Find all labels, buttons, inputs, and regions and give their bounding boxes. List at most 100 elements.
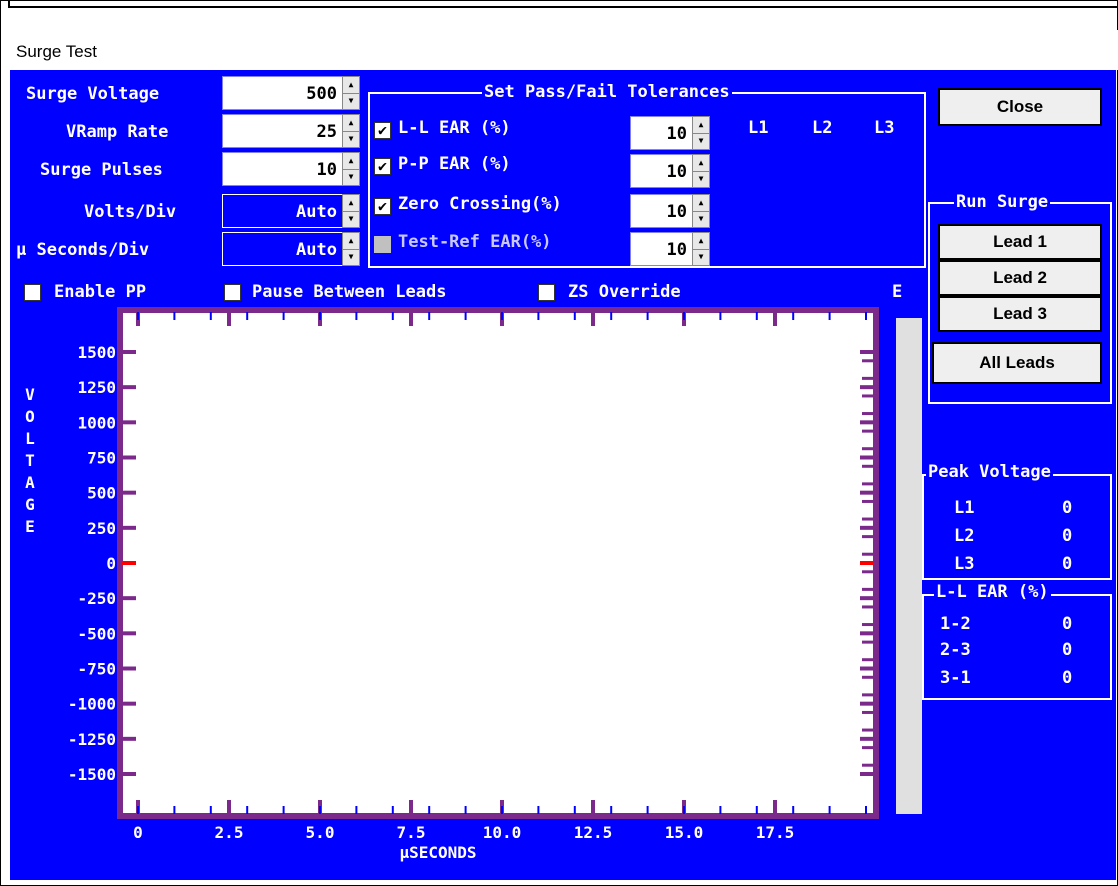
spin-down-icon[interactable]: ▼ <box>693 249 709 265</box>
zero-crossing-input[interactable]: 10 <box>630 194 694 228</box>
volts-div-input[interactable]: Auto <box>222 194 344 228</box>
surge-voltage-label: Surge Voltage <box>26 84 160 104</box>
spin-down-icon[interactable]: ▼ <box>343 211 359 227</box>
surge-pulses-input[interactable]: 10 <box>222 152 344 186</box>
x-tick-label: 17.5 <box>756 823 795 842</box>
close-button[interactable]: Close <box>938 88 1102 126</box>
surge-test-panel: Surge Voltage 500 ▲ ▼ VRamp Rate 25 ▲ ▼ Su… <box>10 70 1116 880</box>
e-level-bar <box>896 318 922 814</box>
y-axis-label-letter: E <box>25 517 35 536</box>
spin-down-icon[interactable]: ▼ <box>343 169 359 185</box>
zero-crossing-checkbox[interactable]: ✔ <box>374 198 391 215</box>
enable-pp-checkbox[interactable] <box>24 284 41 301</box>
ear-23-label: 2-3 <box>940 640 971 660</box>
pp-ear-spinner[interactable]: ▲ ▼ <box>692 154 710 188</box>
ll-ear-results-title: L-L EAR (%) <box>934 582 1051 602</box>
zero-crossing-label: Zero Crossing(%) <box>398 194 562 214</box>
pause-between-leads-checkbox[interactable] <box>224 284 241 301</box>
y-tick-label: -1500 <box>68 765 116 784</box>
spin-down-icon[interactable]: ▼ <box>693 171 709 187</box>
y-axis-label-letter: A <box>25 473 35 492</box>
ear-23-value: 0 <box>1062 640 1073 660</box>
test-ref-spinner[interactable]: ▲ ▼ <box>692 232 710 266</box>
spin-up-icon[interactable]: ▲ <box>343 77 359 94</box>
spin-down-icon[interactable]: ▼ <box>343 131 359 147</box>
e-label: E <box>892 282 903 302</box>
ll-ear-checkbox[interactable]: ✔ <box>374 122 391 139</box>
useconds-div-input[interactable]: Auto <box>222 232 344 266</box>
spin-up-icon[interactable]: ▲ <box>343 233 359 250</box>
pp-ear-checkbox[interactable]: ✔ <box>374 158 391 175</box>
spin-up-icon[interactable]: ▲ <box>343 153 359 170</box>
surge-pulses-label: Surge Pulses <box>40 160 163 180</box>
y-axis-label-letter: T <box>25 451 35 470</box>
x-tick-label: 7.5 <box>397 823 426 842</box>
spin-down-icon[interactable]: ▼ <box>693 133 709 149</box>
lead2-button[interactable]: Lead 2 <box>938 260 1102 296</box>
title-bar: Surge Test <box>10 30 1118 70</box>
pp-ear-input[interactable]: 10 <box>630 154 694 188</box>
x-tick-label: 5.0 <box>306 823 335 842</box>
zs-override-checkbox[interactable] <box>538 284 555 301</box>
zs-override-label: ZS Override <box>568 282 681 302</box>
peak-l1-value: 0 <box>1062 498 1073 518</box>
enable-pp-label: Enable PP <box>54 282 147 302</box>
test-ref-checkbox[interactable] <box>374 236 391 253</box>
all-leads-button[interactable]: All Leads <box>932 342 1102 384</box>
x-tick-label: 12.5 <box>574 823 613 842</box>
useconds-div-spinner[interactable]: ▲ ▼ <box>342 232 360 266</box>
col-l1-label: L1 <box>748 118 769 138</box>
surge-voltage-input[interactable]: 500 <box>222 76 344 110</box>
surge-voltage-spinner[interactable]: ▲ ▼ <box>342 76 360 110</box>
spin-down-icon[interactable]: ▼ <box>343 249 359 265</box>
test-ref-input[interactable]: 10 <box>630 232 694 266</box>
y-tick-label: 1250 <box>77 378 116 397</box>
y-tick-label: -500 <box>77 624 116 643</box>
vramp-input[interactable]: 25 <box>222 114 344 148</box>
y-tick-label: 250 <box>87 519 116 538</box>
pp-ear-label: P-P EAR (%) <box>398 154 511 174</box>
ll-ear-input[interactable]: 10 <box>630 116 694 150</box>
tolerances-title: Set Pass/Fail Tolerances <box>482 82 732 102</box>
ear-31-label: 3-1 <box>940 668 971 688</box>
x-tick-label: 15.0 <box>665 823 704 842</box>
x-tick-label: 10.0 <box>483 823 522 842</box>
ll-ear-spinner[interactable]: ▲ ▼ <box>692 116 710 150</box>
y-axis-label-letter: V <box>25 385 35 404</box>
y-tick-label: 1500 <box>77 343 116 362</box>
volts-div-spinner[interactable]: ▲ ▼ <box>342 194 360 228</box>
y-tick-label: 500 <box>87 484 116 503</box>
spin-up-icon[interactable]: ▲ <box>693 233 709 250</box>
plot-frame <box>117 307 879 819</box>
spin-up-icon[interactable]: ▲ <box>343 195 359 212</box>
vramp-label: VRamp Rate <box>66 122 169 142</box>
volts-div-label: Volts/Div <box>84 202 177 222</box>
ear-31-value: 0 <box>1062 668 1073 688</box>
useconds-div-label: µ Seconds/Div <box>16 240 150 260</box>
spin-up-icon[interactable]: ▲ <box>693 195 709 212</box>
lead3-button[interactable]: Lead 3 <box>938 296 1102 332</box>
y-tick-label: 750 <box>87 449 116 468</box>
vramp-spinner[interactable]: ▲ ▼ <box>342 114 360 148</box>
y-tick-label: 1000 <box>77 413 116 432</box>
col-l3-label: L3 <box>874 118 895 138</box>
peak-l3-label: L3 <box>954 554 975 574</box>
peak-l2-label: L2 <box>954 526 975 546</box>
col-l2-label: L2 <box>812 118 833 138</box>
y-tick-label: 0 <box>106 554 116 573</box>
spin-down-icon[interactable]: ▼ <box>693 211 709 227</box>
spin-up-icon[interactable]: ▲ <box>343 115 359 132</box>
peak-voltage-title: Peak Voltage <box>926 462 1053 482</box>
y-tick-label: -1250 <box>68 730 116 749</box>
spin-down-icon[interactable]: ▼ <box>343 93 359 109</box>
peak-l1-label: L1 <box>954 498 975 518</box>
pause-between-leads-label: Pause Between Leads <box>252 282 447 302</box>
spin-up-icon[interactable]: ▲ <box>693 117 709 134</box>
ear-12-value: 0 <box>1062 614 1073 634</box>
spin-up-icon[interactable]: ▲ <box>693 155 709 172</box>
y-axis-label-letter: O <box>25 407 35 426</box>
y-tick-label: -1000 <box>68 695 116 714</box>
lead1-button[interactable]: Lead 1 <box>938 224 1102 260</box>
zero-crossing-spinner[interactable]: ▲ ▼ <box>692 194 710 228</box>
surge-pulses-spinner[interactable]: ▲ ▼ <box>342 152 360 186</box>
